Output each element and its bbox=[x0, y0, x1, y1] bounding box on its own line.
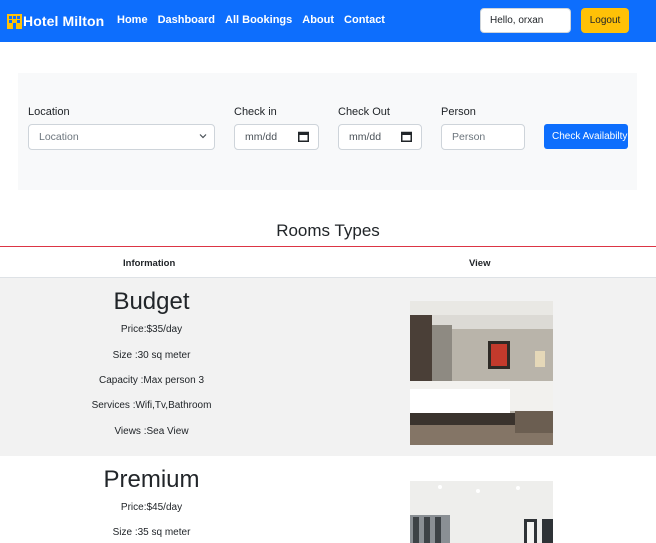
person-label: Person bbox=[441, 106, 476, 118]
column-header-information: Information bbox=[123, 258, 176, 269]
table-row: Budget Price:$35/day Size :30 sq meter C… bbox=[0, 278, 656, 456]
room-name: Premium bbox=[103, 466, 200, 493]
nav-link-about[interactable]: About bbox=[302, 14, 334, 26]
nav-links: Home Dashboard All Bookings About Contac… bbox=[117, 14, 395, 26]
room-price: Price:$35/day bbox=[120, 324, 183, 335]
room-size: Size :35 sq meter bbox=[112, 527, 191, 538]
calendar-icon[interactable] bbox=[401, 131, 412, 142]
hotel-icon bbox=[7, 13, 22, 29]
check-availability-button[interactable]: Check Availabilty bbox=[544, 124, 628, 149]
nav-link-all-bookings[interactable]: All Bookings bbox=[225, 14, 292, 26]
calendar-icon[interactable] bbox=[298, 131, 309, 142]
nav-link-dashboard[interactable]: Dashboard bbox=[158, 14, 215, 26]
room-size: Size :30 sq meter bbox=[112, 350, 191, 361]
chevron-down-icon bbox=[199, 134, 207, 139]
room-price: Price:$45/day bbox=[120, 502, 183, 513]
location-selected-value: Location bbox=[39, 131, 79, 143]
column-header-view: View bbox=[469, 258, 491, 269]
room-name: Budget bbox=[113, 288, 190, 315]
navbar: Hotel Milton Home Dashboard All Bookings… bbox=[0, 0, 656, 42]
section-divider bbox=[0, 246, 656, 247]
room-services: Services :Wifi,Tv,Bathroom bbox=[91, 400, 212, 411]
rooms-types-heading: Rooms Types bbox=[276, 221, 380, 240]
table-row: Premium Price:$45/day Size :35 sq meter bbox=[0, 456, 656, 543]
room-views: Views :Sea View bbox=[114, 426, 189, 437]
checkout-date-input[interactable]: mm/dd bbox=[338, 124, 422, 150]
availability-search-panel: Location Location Check in mm/dd Check O… bbox=[18, 73, 637, 190]
location-select[interactable]: Location bbox=[28, 124, 215, 150]
brand-name: Hotel Milton bbox=[23, 13, 105, 29]
checkout-placeholder: mm/dd bbox=[349, 131, 382, 143]
nav-link-home[interactable]: Home bbox=[117, 14, 148, 26]
room-photo bbox=[410, 301, 553, 445]
checkin-date-input[interactable]: mm/dd bbox=[234, 124, 319, 150]
nav-link-contact[interactable]: Contact bbox=[344, 14, 385, 26]
person-input[interactable]: Person bbox=[441, 124, 525, 150]
room-photo bbox=[410, 481, 553, 543]
checkin-label: Check in bbox=[234, 106, 277, 118]
brand-link[interactable]: Hotel Milton bbox=[7, 12, 104, 30]
user-greeting: Hello, orxan bbox=[480, 8, 571, 33]
checkout-label: Check Out bbox=[338, 106, 390, 118]
location-label: Location bbox=[28, 106, 70, 118]
person-placeholder: Person bbox=[452, 131, 486, 143]
logout-button[interactable]: Logout bbox=[581, 8, 629, 33]
room-capacity: Capacity :Max person 3 bbox=[98, 375, 205, 386]
checkin-placeholder: mm/dd bbox=[245, 131, 278, 143]
